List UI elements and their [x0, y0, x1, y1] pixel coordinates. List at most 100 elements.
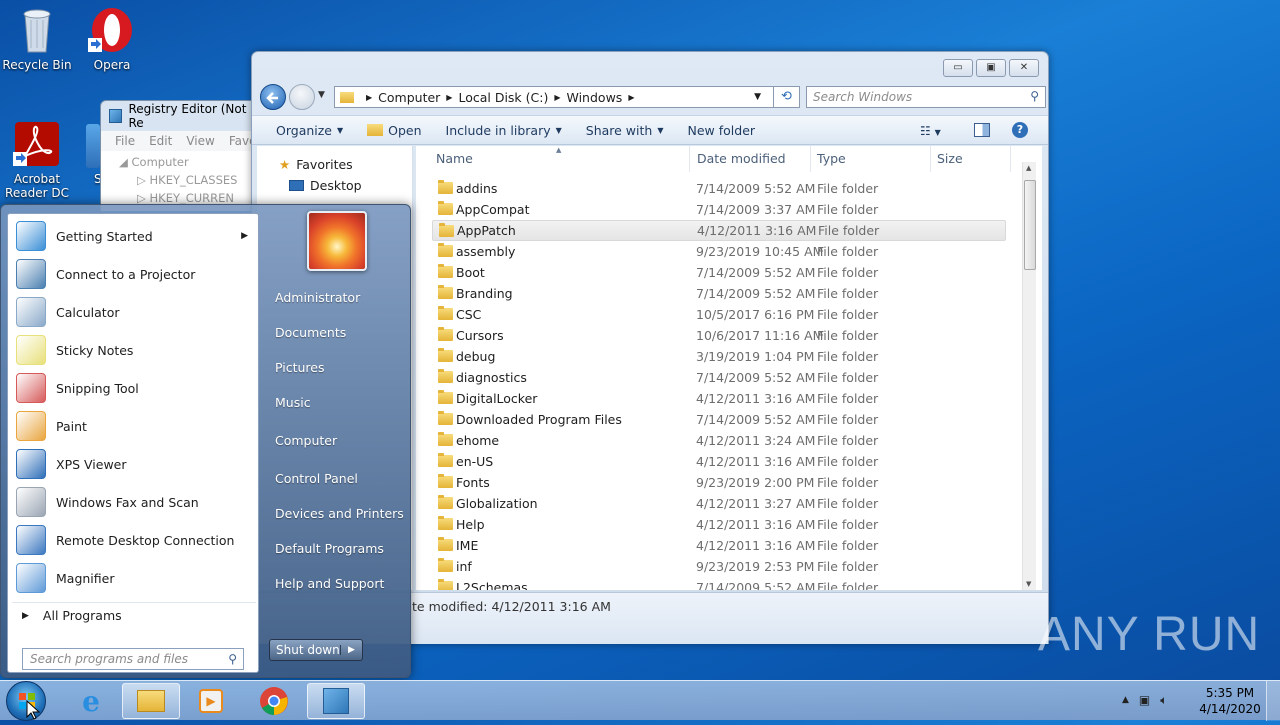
preview-pane-icon[interactable]	[974, 123, 990, 137]
desktop-icon-opera[interactable]: Opera	[75, 6, 149, 72]
taskbar-explorer[interactable]	[122, 683, 180, 719]
start-right-item[interactable]: Documents	[275, 325, 346, 340]
tree-node-computer[interactable]: ◢ Computer	[119, 153, 259, 171]
start-program-item[interactable]: Paint	[12, 408, 256, 444]
column-date-modified[interactable]: Date modified	[691, 146, 811, 172]
file-row[interactable]: Downloaded Program Files 7/14/2009 5:52 A…	[432, 409, 1006, 430]
file-row[interactable]: CSC 10/5/2017 6:16 PM File folder	[432, 304, 1006, 325]
share-with-button[interactable]: Share with ▼	[574, 116, 676, 144]
file-row[interactable]: ehome 4/12/2011 3:24 AM File folder	[432, 430, 1006, 451]
file-row[interactable]: Branding 7/14/2009 5:52 AM File folder	[432, 283, 1006, 304]
partial-desktop-icon[interactable]	[86, 124, 100, 168]
nav-favorites[interactable]: ★ Favorites	[257, 154, 412, 175]
start-right-item[interactable]: Music	[275, 395, 311, 410]
file-row[interactable]: Boot 7/14/2009 5:52 AM File folder	[432, 262, 1006, 283]
view-options-icon[interactable]: ☷ ▼	[920, 124, 941, 138]
start-right-item[interactable]: Computer	[275, 433, 337, 448]
close-button[interactable]: ✕	[1009, 59, 1039, 77]
file-row[interactable]: Help 4/12/2011 3:16 AM File folder	[432, 514, 1006, 535]
scrollbar-thumb[interactable]	[1024, 180, 1036, 270]
show-desktop-button[interactable]	[1266, 681, 1280, 721]
taskbar-registry-editor[interactable]	[307, 683, 365, 719]
file-row[interactable]: addins 7/14/2009 5:52 AM File folder	[432, 178, 1006, 199]
include-in-library-button[interactable]: Include in library ▼	[434, 116, 574, 144]
clock[interactable]: 5:35 PM 4/14/2020	[1192, 685, 1268, 717]
minimize-button[interactable]: ▭	[943, 59, 973, 77]
organize-button[interactable]: Organize ▼	[252, 116, 355, 144]
breadcrumb-windows[interactable]: Windows	[567, 90, 623, 105]
scroll-up-icon[interactable]: ▲	[1026, 164, 1031, 172]
start-right-item[interactable]: Pictures	[275, 360, 325, 375]
network-icon[interactable]: ▣	[1139, 693, 1150, 708]
new-folder-button[interactable]: New folder	[676, 116, 768, 144]
open-button[interactable]: Open	[355, 116, 433, 144]
help-icon[interactable]: ?	[1012, 122, 1028, 138]
volume-icon[interactable]: 🔈︎	[1160, 693, 1167, 708]
registry-menu-edit[interactable]: Edit	[149, 134, 172, 148]
address-dropdown-icon[interactable]: ▼	[754, 92, 761, 102]
file-row[interactable]: debug 3/19/2019 1:04 PM File folder	[432, 346, 1006, 367]
breadcrumb-local-disk[interactable]: Local Disk (C:)	[458, 90, 548, 105]
start-program-item[interactable]: Remote Desktop Connection	[12, 522, 256, 558]
start-program-item[interactable]: XPS Viewer	[12, 446, 256, 482]
registry-editor-window[interactable]: Registry Editor (Not Re File Edit View F…	[100, 100, 261, 211]
tree-node-hkcr[interactable]: ▷ HKEY_CLASSES	[119, 171, 259, 189]
refresh-button[interactable]: ⟲	[774, 86, 800, 108]
desktop-icon-recycle-bin[interactable]: Recycle Bin	[0, 6, 74, 72]
file-row[interactable]: Fonts 9/23/2019 2:00 PM File folder	[432, 472, 1006, 493]
user-avatar[interactable]	[307, 211, 367, 271]
column-type[interactable]: Type	[811, 146, 931, 172]
start-right-item[interactable]: Default Programs	[275, 541, 384, 556]
taskbar-media-player[interactable]: ▶	[182, 683, 240, 719]
file-date: 9/23/2019 2:00 PM	[696, 475, 815, 490]
address-bar[interactable]: ▶ Computer ▶ Local Disk (C:) ▶ Windows ▶…	[334, 86, 774, 108]
start-program-item[interactable]: Snipping Tool	[12, 370, 256, 406]
back-button[interactable]	[260, 84, 286, 110]
desktop-icon-acrobat[interactable]: Acrobat Reader DC	[0, 120, 74, 200]
file-row[interactable]: AppCompat 7/14/2009 3:37 AM File folder	[432, 199, 1006, 220]
start-right-item[interactable]: Administrator	[275, 290, 360, 305]
start-program-item[interactable]: Calculator	[12, 294, 256, 330]
start-right-item[interactable]: Help and Support	[275, 576, 384, 591]
start-right-item[interactable]: Control Panel	[275, 471, 358, 486]
start-program-item[interactable]: Getting Started ▶	[12, 218, 256, 254]
shutdown-button[interactable]: Shut down ▶	[269, 639, 363, 661]
start-program-item[interactable]: Connect to a Projector	[12, 256, 256, 292]
start-program-item[interactable]: Sticky Notes	[12, 332, 256, 368]
file-row[interactable]: diagnostics 7/14/2009 5:52 AM File folder	[432, 367, 1006, 388]
file-row[interactable]: assembly 9/23/2019 10:45 AM File folder	[432, 241, 1006, 262]
scroll-down-icon[interactable]: ▼	[1026, 580, 1031, 588]
column-size[interactable]: Size	[931, 146, 1011, 172]
file-row[interactable]: L2Schemas 7/14/2009 5:52 AM File folder	[432, 577, 1006, 590]
vertical-scrollbar[interactable]: ▲ ▼	[1022, 162, 1036, 590]
search-box[interactable]: Search Windows ⚲	[806, 86, 1046, 108]
registry-title-bar[interactable]: Registry Editor (Not Re	[101, 101, 259, 131]
taskbar-chrome[interactable]	[245, 683, 303, 719]
show-hidden-icons[interactable]: ▲	[1122, 695, 1129, 708]
file-type: File folder	[817, 265, 879, 280]
start-right-item[interactable]: Devices and Printers	[275, 506, 404, 521]
shutdown-options-icon[interactable]: ▶	[340, 645, 362, 655]
file-name: DigitalLocker	[456, 391, 538, 406]
nav-desktop[interactable]: Desktop	[257, 175, 412, 196]
file-date: 4/12/2011 3:16 AM	[697, 223, 817, 238]
file-row[interactable]: IME 4/12/2011 3:16 AM File folder	[432, 535, 1006, 556]
file-row[interactable]: en-US 4/12/2011 3:16 AM File folder	[432, 451, 1006, 472]
start-program-item[interactable]: Windows Fax and Scan	[12, 484, 256, 520]
forward-button[interactable]	[289, 84, 315, 110]
start-program-item[interactable]: Magnifier	[12, 560, 256, 596]
file-row[interactable]: AppPatch 4/12/2011 3:16 AM File folder	[432, 220, 1006, 241]
file-row[interactable]: Globalization 4/12/2011 3:27 AM File folde…	[432, 493, 1006, 514]
file-row[interactable]: DigitalLocker 4/12/2011 3:16 AM File folde…	[432, 388, 1006, 409]
file-row[interactable]: Cursors 10/6/2017 11:16 AM File folder	[432, 325, 1006, 346]
breadcrumb-computer[interactable]: Computer	[378, 90, 440, 105]
registry-menu-file[interactable]: File	[115, 134, 135, 148]
start-search-input[interactable]: Search programs and files ⚲	[22, 648, 244, 670]
all-programs-button[interactable]: ▶ All Programs	[12, 602, 256, 628]
taskbar-internet-explorer[interactable]: e	[62, 683, 120, 719]
recent-pages-chevron-icon[interactable]: ▼	[318, 90, 325, 100]
file-row[interactable]: inf 9/23/2019 2:53 PM File folder	[432, 556, 1006, 577]
registry-menu-view[interactable]: View	[186, 134, 214, 148]
maximize-button[interactable]: ▣	[976, 59, 1006, 77]
file-name: addins	[456, 181, 498, 196]
